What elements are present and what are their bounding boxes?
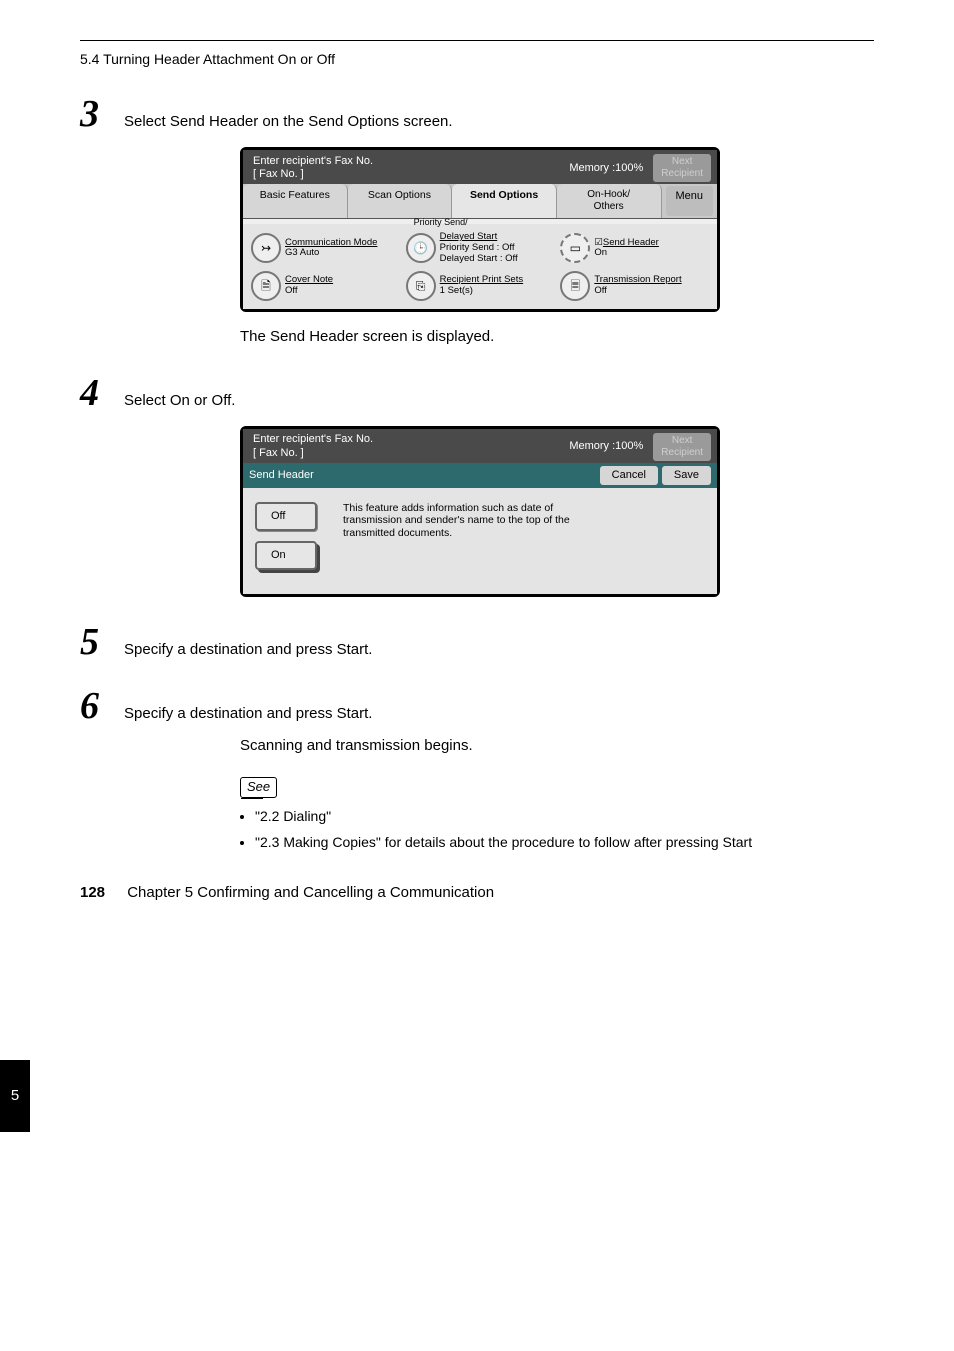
page-number: 128 <box>80 884 105 901</box>
step-number-4: 4 <box>80 374 124 412</box>
print-sets-icon: ⎘ <box>406 271 436 301</box>
feature-communication-mode[interactable]: ↣ Communication ModeG3 Auto <box>251 232 400 265</box>
next-recipient-button[interactable]: Next Recipient <box>653 154 711 182</box>
tab-send-options[interactable]: Send Options <box>452 184 557 218</box>
tab-scan-options[interactable]: Scan Options <box>348 184 453 218</box>
see-ref-2: "2.3 Making Copies" for details about th… <box>255 832 874 852</box>
tab-basic-features[interactable]: Basic Features <box>243 184 348 218</box>
transmission-report-icon: 🗏 <box>560 271 590 301</box>
step-text-6: Specify a destination and press Start. <box>124 697 874 725</box>
save-button[interactable]: Save <box>662 466 711 485</box>
screen1-title-line2: [ Fax No. ] <box>253 168 373 181</box>
screen2-title-line2: [ Fax No. ] <box>253 447 373 460</box>
feature-recipient-print-sets[interactable]: ⎘ Recipient Print Sets1 Set(s) <box>406 271 555 301</box>
clock-icon: 🕒 <box>406 233 436 263</box>
feature-transmission-report[interactable]: 🗏 Transmission ReportOff <box>560 271 709 301</box>
next-recipient-button-2[interactable]: Next Recipient <box>653 433 711 461</box>
option-description: This feature adds information such as da… <box>343 502 603 570</box>
memory-indicator: Memory :100% <box>569 162 643 175</box>
cover-note-icon: 🗎 <box>251 271 281 301</box>
step-number-5: 5 <box>80 623 124 661</box>
device-screen-send-header: Enter recipient's Fax No. [ Fax No. ] Me… <box>240 426 720 598</box>
menu-button[interactable]: Menu <box>666 186 714 216</box>
device-screen-send-options: Enter recipient's Fax No. [ Fax No. ] Me… <box>240 147 720 312</box>
option-on[interactable]: On <box>255 541 317 570</box>
feature-send-header[interactable]: ▭ ☑Send HeaderOn <box>560 232 709 265</box>
send-header-icon: ▭ <box>560 233 590 263</box>
header-caption: 5.4 Turning Header Attachment On or Off <box>80 49 874 69</box>
see-bullets: "2.2 Dialing" "2.3 Making Copies" for de… <box>255 806 874 853</box>
page-footer: 128 Chapter 5 Confirming and Cancelling … <box>80 882 494 904</box>
tab-onhook-others[interactable]: On-Hook/ Others <box>557 184 662 218</box>
feature-cover-note[interactable]: 🗎 Cover NoteOff <box>251 271 400 301</box>
communication-mode-icon: ↣ <box>251 233 281 263</box>
chapter-title: Chapter 5 Confirming and Cancelling a Co… <box>127 884 494 901</box>
step-text-3: Select Send Header on the Send Options s… <box>124 105 874 133</box>
see-callout-icon: See <box>240 777 277 798</box>
step-number-6: 6 <box>80 687 124 725</box>
step-number-3: 3 <box>80 95 124 133</box>
send-header-bar-label: Send Header <box>249 469 314 482</box>
step3-note: The Send Header screen is displayed. <box>240 326 874 348</box>
option-off[interactable]: Off <box>255 502 317 531</box>
step-text-5: Specify a destination and press Start. <box>124 633 874 661</box>
feature-delayed-start[interactable]: 🕒 Delayed StartPriority Send : OffDelaye… <box>406 232 555 265</box>
see-ref-1: "2.2 Dialing" <box>255 806 874 826</box>
cancel-button[interactable]: Cancel <box>600 466 658 485</box>
step6-note: Scanning and transmission begins. <box>240 735 874 757</box>
memory-indicator-2: Memory :100% <box>569 440 643 453</box>
chapter-side-tab: 5 <box>0 1060 30 1132</box>
screen2-title-line1: Enter recipient's Fax No. <box>253 433 373 446</box>
screen1-title-line1: Enter recipient's Fax No. <box>253 155 373 168</box>
step-text-4: Select On or Off. <box>124 384 874 412</box>
